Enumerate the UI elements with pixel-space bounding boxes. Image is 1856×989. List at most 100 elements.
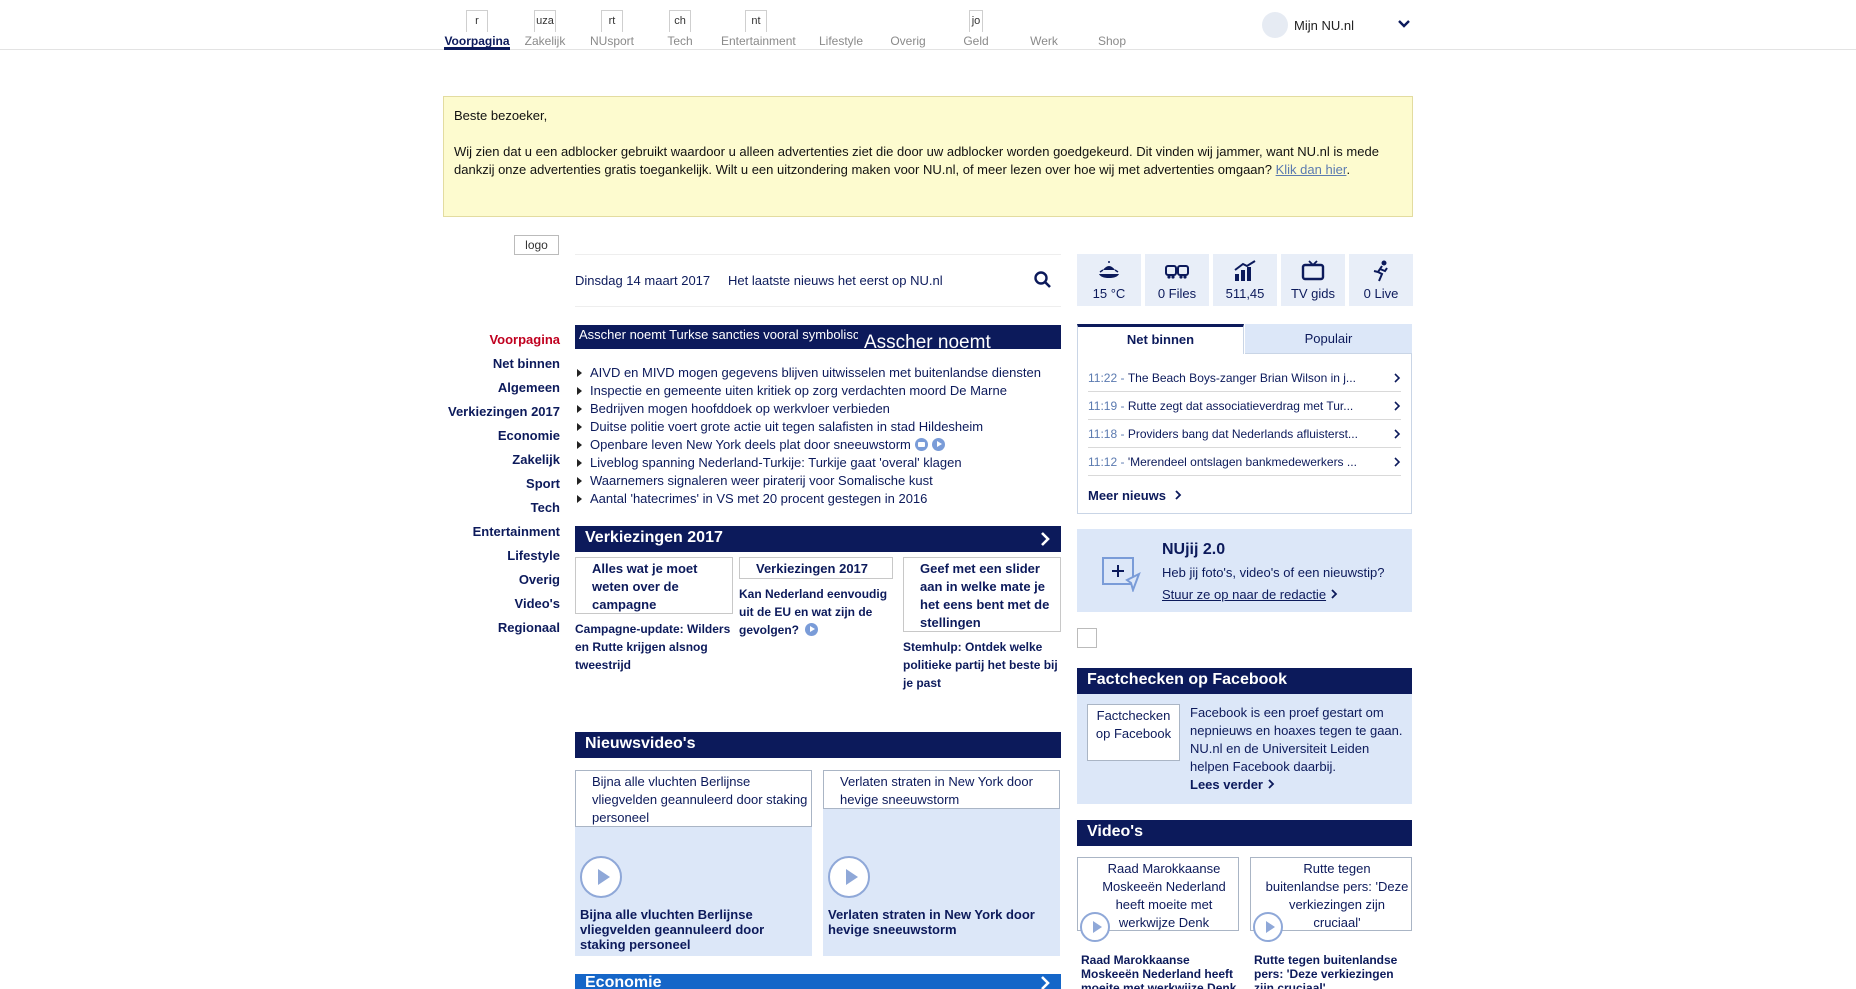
item-title: The Beach Boys-zanger Brian Wilson in j.…: [1127, 371, 1356, 385]
headline-item[interactable]: Waarnemers signaleren weer piraterij voo…: [575, 472, 1061, 490]
chevron-right-icon: [1394, 457, 1401, 467]
topnav-item-werk[interactable]: Werk: [1009, 10, 1079, 50]
headline-item[interactable]: Liveblog spanning Nederland-Turkije: Tur…: [575, 454, 1061, 472]
item-time: 11:12: [1088, 455, 1118, 469]
headline-item[interactable]: Openbare leven New York deels plat door …: [575, 436, 1061, 454]
section-title: Verkiezingen 2017: [585, 529, 723, 546]
nujij-title: NUjij 2.0: [1162, 541, 1226, 558]
hero-image-secondary[interactable]: Asscher noemt: [858, 325, 1061, 349]
chevron-right-icon: [1394, 429, 1401, 439]
search-icon[interactable]: [1033, 270, 1053, 290]
topnav-item-lifestyle[interactable]: Lifestyle: [806, 10, 876, 50]
topnav-item-voorpagina[interactable]: r Voorpagina: [442, 10, 512, 50]
item-title: Rutte zegt dat associatieverdrag met Tur…: [1127, 399, 1354, 413]
list-item[interactable]: 11:22 - The Beach Boys-zanger Brian Wils…: [1088, 364, 1401, 392]
live-sport-icon: [1373, 260, 1388, 282]
tv-guide-widget[interactable]: TV gids: [1281, 254, 1345, 306]
traffic-icon: [1165, 265, 1189, 279]
list-item[interactable]: 11:12 - 'Merendeel ontslagen bankmedewer…: [1088, 448, 1401, 476]
nujij-link[interactable]: Stuur ze op naar de redactie: [1162, 587, 1338, 602]
chevron-right-icon: [1394, 373, 1401, 383]
play-icon: [805, 623, 819, 636]
play-button-icon[interactable]: [580, 856, 622, 898]
section-header-verkiezingen[interactable]: Verkiezingen 2017: [575, 526, 1061, 552]
traffic-widget[interactable]: 0 Files: [1145, 254, 1209, 306]
video-card[interactable]: Rutte tegen buitenlandse pers: 'Deze ver…: [1250, 857, 1412, 989]
topnav-item-entertainment[interactable]: nt Entertainment: [721, 10, 796, 50]
topnav-item-label: NUsport: [589, 34, 634, 48]
tab-populair[interactable]: Populair: [1245, 324, 1412, 354]
headline-text: Aantal 'hatecrimes' in VS met 20 procent…: [590, 491, 928, 506]
play-button-icon[interactable]: [1253, 912, 1283, 942]
item-time: 11:18: [1088, 427, 1118, 441]
topnav-item-tech[interactable]: ch Tech: [645, 10, 715, 50]
sidebar-item-sport[interactable]: Sport: [430, 476, 560, 500]
headline-list: AIVD en MIVD mogen gegevens blijven uitw…: [575, 364, 1061, 508]
meer-nieuws-link[interactable]: Meer nieuws: [1088, 488, 1182, 503]
play-button-icon[interactable]: [1080, 912, 1110, 942]
section-header-videos[interactable]: Video's: [1077, 820, 1412, 846]
topnav-item-shop[interactable]: Shop: [1077, 10, 1147, 50]
notice-link[interactable]: Klik dan hier: [1276, 162, 1347, 177]
sidebar-item-regionaal[interactable]: Regionaal: [430, 620, 560, 644]
sidebar-item-voorpagina[interactable]: Voorpagina: [430, 332, 560, 356]
chevron-right-icon: [1175, 490, 1181, 500]
headline-text: Openbare leven New York deels plat door …: [590, 437, 911, 452]
headline-item[interactable]: Inspectie en gemeente uiten kritiek op z…: [575, 382, 1061, 400]
list-item[interactable]: 11:18 - Providers bang dat Nederlands af…: [1088, 420, 1401, 448]
entertainment-icon: nt: [745, 10, 767, 32]
topnav-item-geld[interactable]: jo Geld: [941, 10, 1011, 50]
topnav-item-label: Werk: [1030, 34, 1058, 48]
section-header-factchecken[interactable]: Factchecken op Facebook: [1077, 668, 1412, 694]
sidebar-item-economie[interactable]: Economie: [430, 428, 560, 452]
sidebar-item-net-binnen[interactable]: Net binnen: [430, 356, 560, 380]
sidebar-item-zakelijk[interactable]: Zakelijk: [430, 452, 560, 476]
item-title: Providers bang dat Nederlands afluisters…: [1127, 427, 1358, 441]
verkiezingen-card[interactable]: Verkiezingen 2017 Kan Nederland eenvoudi…: [739, 557, 893, 639]
werk-icon: [1033, 10, 1055, 32]
section-title: Video's: [1087, 823, 1143, 840]
notice-body-paragraph: Wij zien dat u een adblocker gebruikt wa…: [454, 143, 1402, 179]
list-item[interactable]: 11:19 - Rutte zegt dat associatieverdrag…: [1088, 392, 1401, 420]
account-menu[interactable]: Mijn NU.nl: [1262, 12, 1412, 40]
video-caption: Rutte tegen buitenlandse pers: 'Deze ver…: [1254, 953, 1398, 989]
news-video-card[interactable]: Verlaten straten in New York door hevige…: [823, 770, 1060, 956]
geld-icon: jo: [969, 10, 983, 32]
weather-widget[interactable]: 15 °C: [1077, 254, 1141, 306]
sidebar-item-videos[interactable]: Video's: [430, 596, 560, 620]
headline-item[interactable]: Duitse politie voert grote actie uit teg…: [575, 418, 1061, 436]
headline-item[interactable]: AIVD en MIVD mogen gegevens blijven uitw…: [575, 364, 1061, 382]
topnav-item-label: Entertainment: [721, 34, 796, 48]
sidebar-item-lifestyle[interactable]: Lifestyle: [430, 548, 560, 572]
topnav-item-label: Shop: [1097, 34, 1127, 48]
news-video-card[interactable]: Bijna alle vluchten Berlijnse vliegvelde…: [575, 770, 812, 956]
sidebar-item-tech[interactable]: Tech: [430, 500, 560, 524]
play-button-icon[interactable]: [828, 856, 870, 898]
headline-item[interactable]: Bedrijven mogen hoofddoek op werkvloer v…: [575, 400, 1061, 418]
hero-image-main[interactable]: Asscher noemt Turkse sancties vooral sym…: [575, 325, 858, 349]
site-slogan: Het laatste nieuws het eerst op NU.nl: [728, 273, 943, 288]
section-header-economie[interactable]: Economie: [575, 974, 1061, 989]
topnav-item-nusport[interactable]: rt NUsport: [577, 10, 647, 50]
topnav-item-overig[interactable]: Overig: [873, 10, 943, 50]
section-header-nieuwsvideos[interactable]: Nieuwsvideo's: [575, 732, 1061, 758]
verkiezingen-card[interactable]: Geef met een slider aan in welke mate je…: [903, 557, 1061, 692]
nusport-icon: rt: [601, 10, 623, 32]
headline-item[interactable]: Aantal 'hatecrimes' in VS met 20 procent…: [575, 490, 1061, 508]
topnav-item-zakelijk[interactable]: uza Zakelijk: [510, 10, 580, 50]
verkiezingen-card[interactable]: Alles wat je moet weten over de campagne…: [575, 557, 733, 674]
tab-net-binnen[interactable]: Net binnen: [1077, 324, 1244, 354]
site-logo[interactable]: logo: [514, 235, 559, 255]
traffic-value: 0 Files: [1157, 286, 1197, 301]
stocks-widget[interactable]: 511,45: [1213, 254, 1277, 306]
video-thumbnail: Verlaten straten in New York door hevige…: [823, 770, 1060, 809]
sidebar-item-verkiezingen[interactable]: Verkiezingen 2017: [430, 404, 560, 428]
net-binnen-list: 11:22 - The Beach Boys-zanger Brian Wils…: [1077, 354, 1412, 514]
sidebar-item-overig[interactable]: Overig: [430, 572, 560, 596]
sidebar-item-algemeen[interactable]: Algemeen: [430, 380, 560, 404]
live-sport-widget[interactable]: 0 Live: [1349, 254, 1413, 306]
read-more-link[interactable]: Lees verder: [1190, 776, 1405, 794]
sidebar-item-entertainment[interactable]: Entertainment: [430, 524, 560, 548]
factchecken-image[interactable]: Factchecken op Facebook: [1087, 704, 1180, 761]
video-card[interactable]: Raad Marokkaanse Moskeeën Nederland heef…: [1077, 857, 1239, 989]
